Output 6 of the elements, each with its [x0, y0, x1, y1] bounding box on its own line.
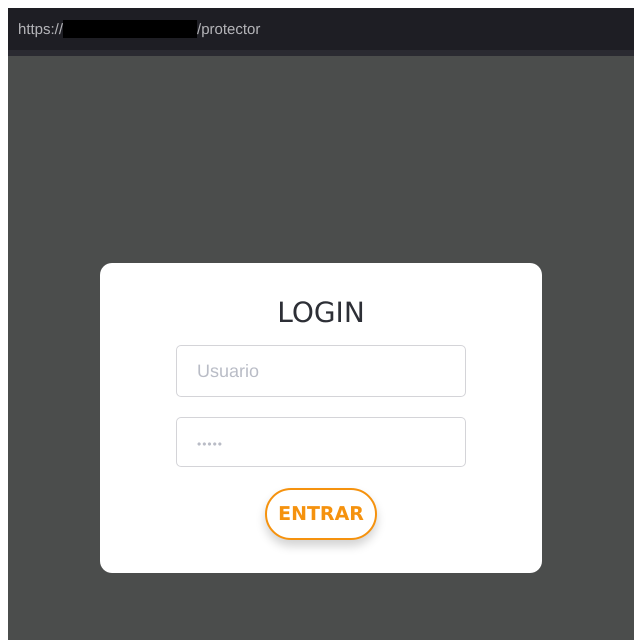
login-title: LOGIN — [277, 295, 365, 331]
password-field[interactable]: ••••• — [176, 417, 466, 467]
url-text: /protector — [197, 20, 260, 38]
login-button[interactable]: ENTRAR — [265, 488, 377, 540]
url-text: https:// — [18, 20, 64, 38]
username-field[interactable]: Usuario — [176, 345, 466, 397]
